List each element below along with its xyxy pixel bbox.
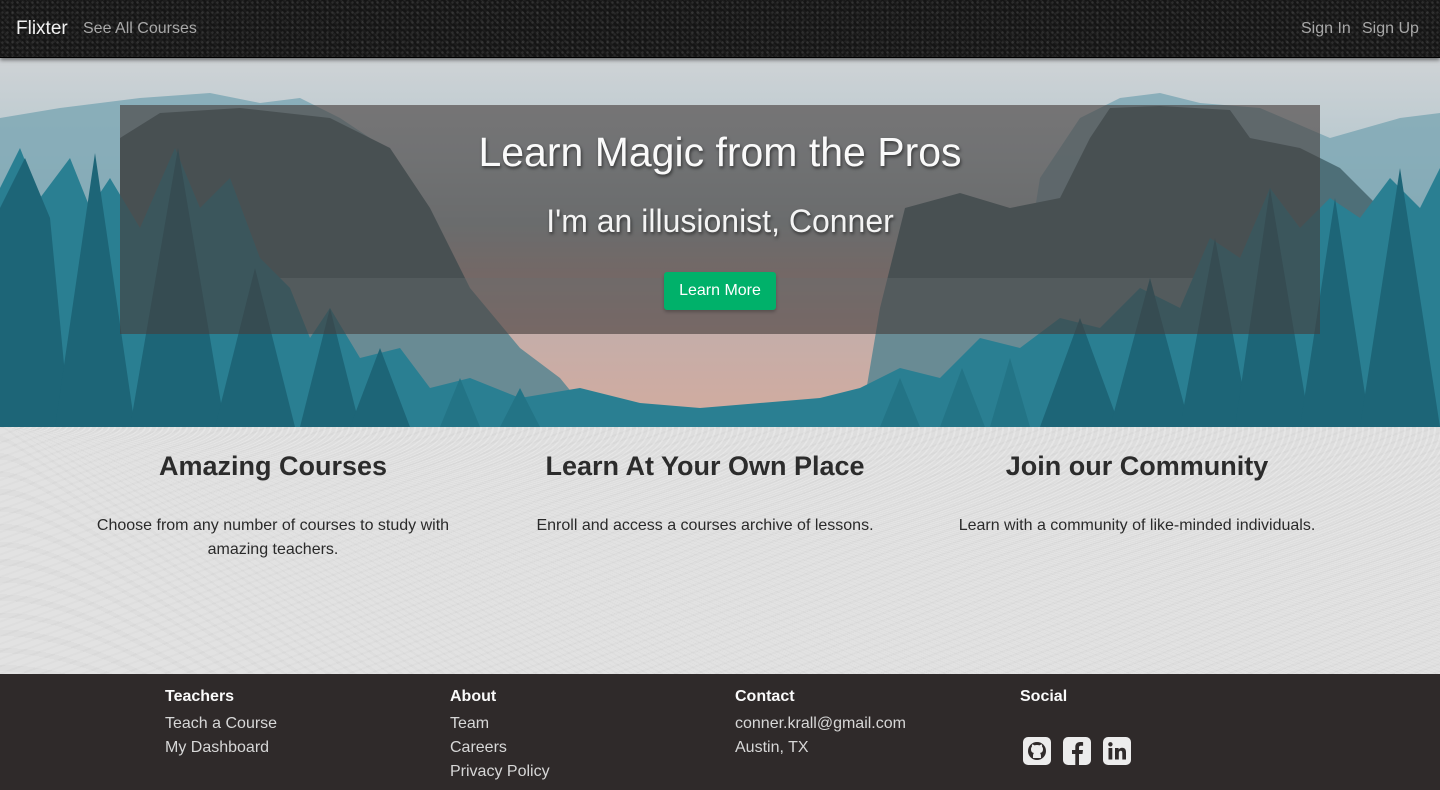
contact-location: Austin, TX <box>735 739 809 756</box>
my-dashboard-link[interactable]: My Dashboard <box>165 736 277 760</box>
footer-social-column: Social <box>1020 688 1067 712</box>
hero-banner: Learn Magic from the Pros I'm an illusio… <box>0 58 1440 427</box>
footer-heading-social: Social <box>1020 688 1068 705</box>
learn-more-button[interactable]: Learn More <box>664 272 776 310</box>
team-link[interactable]: Team <box>450 712 550 736</box>
hero-overlay-box: Learn Magic from the Pros I'm an illusio… <box>120 105 1320 334</box>
footer-about-column: About Team Careers Privacy Policy <box>450 688 550 784</box>
teach-a-course-link[interactable]: Teach a Course <box>165 712 277 736</box>
linkedin-icon[interactable] <box>1102 736 1132 766</box>
contact-email-link[interactable]: conner.krall@gmail.com <box>735 712 906 736</box>
facebook-icon[interactable] <box>1062 736 1092 766</box>
navbar: Flixter See All Courses Sign In Sign Up <box>0 0 1440 58</box>
privacy-policy-link[interactable]: Privacy Policy <box>450 760 550 784</box>
see-all-courses-link[interactable]: See All Courses <box>83 20 197 38</box>
feature-text: Choose from any number of courses to stu… <box>96 517 450 558</box>
feature-learn-own-place: Learn At Your Own Place Enroll and acces… <box>515 451 895 538</box>
features-section: Amazing Courses Choose from any number o… <box>0 427 1440 674</box>
footer-heading-contact: Contact <box>735 688 795 705</box>
footer: Teachers Teach a Course My Dashboard Abo… <box>0 674 1440 790</box>
footer-heading-teachers: Teachers <box>165 688 235 705</box>
footer-teachers-column: Teachers Teach a Course My Dashboard <box>165 688 277 760</box>
feature-title: Join our Community <box>1005 451 1269 481</box>
sign-in-link[interactable]: Sign In <box>1301 20 1351 38</box>
brand-logo[interactable]: Flixter <box>16 18 68 40</box>
github-icon[interactable] <box>1022 736 1052 766</box>
hero-title: Learn Magic from the Pros <box>478 129 962 175</box>
feature-title: Learn At Your Own Place <box>545 451 865 481</box>
feature-join-community: Join our Community Learn with a communit… <box>947 451 1327 538</box>
careers-link[interactable]: Careers <box>450 736 550 760</box>
sign-up-link[interactable]: Sign Up <box>1362 20 1419 38</box>
feature-text: Enroll and access a courses archive of l… <box>536 517 874 534</box>
feature-title: Amazing Courses <box>158 451 388 481</box>
footer-heading-about: About <box>450 688 497 705</box>
feature-text: Learn with a community of like-minded in… <box>958 517 1316 534</box>
social-icons <box>1022 736 1132 766</box>
feature-amazing-courses: Amazing Courses Choose from any number o… <box>83 451 463 562</box>
footer-contact-column: Contact conner.krall@gmail.com Austin, T… <box>735 688 906 760</box>
hero-subtitle: I'm an illusionist, Conner <box>546 203 894 239</box>
